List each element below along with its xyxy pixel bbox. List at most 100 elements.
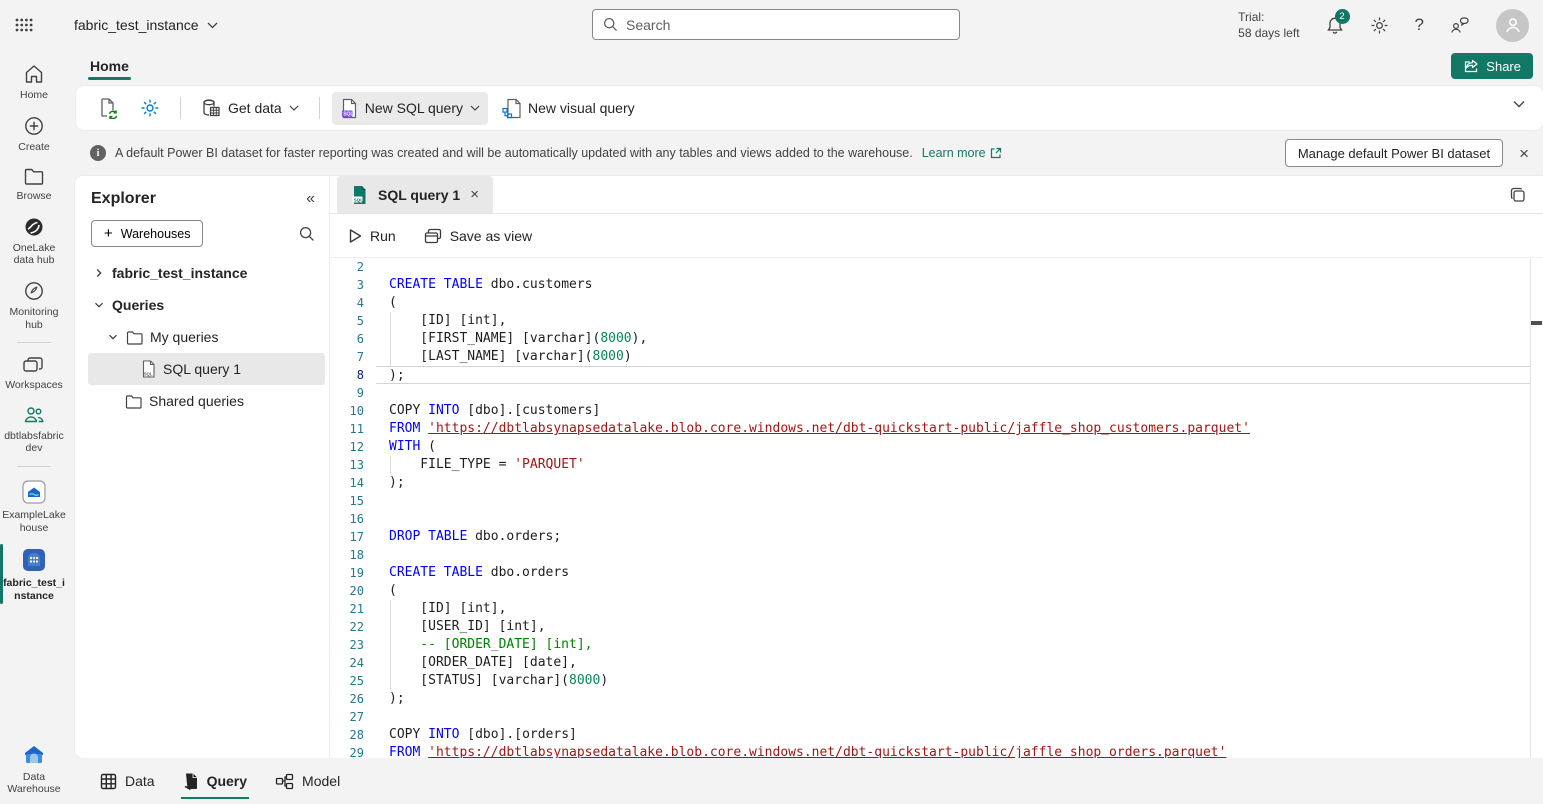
- tab-home[interactable]: Home: [88, 54, 131, 78]
- create-icon: [23, 115, 45, 137]
- warehouse-icon: [21, 547, 47, 573]
- code-line: 19CREATE TABLE dbo.orders: [330, 564, 1543, 582]
- sidebar-item-create[interactable]: Create: [0, 108, 68, 160]
- sidebar-item-onelake-data-hub[interactable]: OneLake data hub: [0, 209, 68, 273]
- tree-item-queries[interactable]: Queries: [88, 289, 325, 321]
- help-icon: ?: [1415, 15, 1424, 34]
- query-tab-strip: SQL SQL query 1 ×: [330, 176, 1543, 214]
- editor-scrollbar[interactable]: [1530, 258, 1543, 758]
- code-line: 2: [330, 258, 1543, 276]
- sidebar-item-monitoring-hub[interactable]: Monitoring hub: [0, 273, 68, 337]
- rail-divider: [17, 342, 51, 343]
- ribbon-collapse-button[interactable]: [1513, 100, 1525, 108]
- sidebar-item-dbtlabsfabricdev[interactable]: dbtlabsfabricdev: [0, 398, 68, 461]
- info-banner: i A default Power BI dataset for faster …: [68, 130, 1543, 176]
- external-link-icon: [990, 147, 1002, 159]
- data-warehouse-icon: [21, 743, 47, 767]
- rail-divider: [17, 466, 51, 467]
- settings-tool-button[interactable]: [132, 92, 168, 124]
- manage-dataset-button[interactable]: Manage default Power BI dataset: [1285, 139, 1503, 167]
- tree-item-shared-queries[interactable]: Shared queries: [88, 385, 325, 417]
- home-icon: [23, 63, 45, 85]
- folder-icon: [125, 394, 142, 409]
- tab-data[interactable]: Data: [98, 764, 157, 799]
- chevron-right-icon[interactable]: [93, 267, 105, 279]
- sidebar-item-examplelakehouse[interactable]: ExampleLakehouse: [0, 472, 68, 540]
- code-line: 15: [330, 492, 1543, 510]
- model-icon: [275, 773, 294, 790]
- people-icon: [22, 405, 46, 426]
- trial-status: Trial: 58 days left: [1238, 9, 1299, 41]
- feedback-icon: [1450, 16, 1470, 34]
- code-area: 23CREATE TABLE dbo.customers4(5 [ID] [in…: [330, 258, 1543, 758]
- add-warehouses-button[interactable]: + Warehouses: [91, 220, 203, 247]
- code-line: 14);: [330, 474, 1543, 492]
- tab-model[interactable]: Model: [273, 764, 342, 799]
- code-line: 5 [ID] [int],: [330, 312, 1543, 330]
- gear-blue-icon: [140, 98, 160, 118]
- tab-sql-query-1[interactable]: SQL SQL query 1 ×: [337, 176, 493, 213]
- banner-close-icon[interactable]: ×: [1519, 145, 1529, 162]
- share-button[interactable]: Share: [1451, 53, 1533, 79]
- new-sql-query-button[interactable]: SQL New SQL query: [332, 92, 488, 125]
- help-button[interactable]: ?: [1415, 15, 1424, 35]
- new-visual-query-button[interactable]: New visual query: [494, 92, 643, 125]
- code-line: 25 [STATUS] [varchar](8000): [330, 672, 1543, 690]
- sidebar-item-workspaces[interactable]: Workspaces: [0, 348, 68, 398]
- search-input[interactable]: Search: [592, 9, 960, 40]
- folder-icon: [126, 330, 143, 345]
- save-as-view-icon: [424, 228, 442, 244]
- chevron-down-icon: [289, 105, 299, 111]
- scrollbar-marker: [1531, 321, 1542, 325]
- browse-icon: [23, 166, 45, 186]
- tree-item-fabric-test-instance[interactable]: fabric_test_instance: [88, 257, 325, 289]
- tree-item-my-queries[interactable]: My queries: [88, 321, 325, 353]
- avatar[interactable]: [1496, 9, 1529, 42]
- close-tab-icon[interactable]: ×: [470, 186, 479, 203]
- sidebar-item-fabric-test-instance[interactable]: fabric_test_instance: [0, 540, 68, 608]
- search-placeholder: Search: [626, 17, 670, 33]
- settings-button[interactable]: [1370, 16, 1389, 35]
- code-line: 28COPY INTO [dbo].[orders]: [330, 726, 1543, 744]
- code-line: 27: [330, 708, 1543, 726]
- app-launcher-icon[interactable]: [0, 0, 48, 50]
- get-data-button[interactable]: Get data: [193, 92, 307, 124]
- onelake-icon: [23, 216, 45, 238]
- search-icon: [603, 17, 618, 32]
- refresh-button[interactable]: [90, 91, 126, 125]
- code-line: 23 -- [ORDER_DATE] [int],: [330, 636, 1543, 654]
- explorer-title: Explorer: [91, 190, 156, 208]
- code-line: 18: [330, 546, 1543, 564]
- code-line: 21 [ID] [int],: [330, 600, 1543, 618]
- banner-message: A default Power BI dataset for faster re…: [115, 146, 913, 160]
- learn-more-link[interactable]: Learn more: [922, 146, 1002, 160]
- run-button[interactable]: Run: [348, 228, 396, 244]
- code-line: 22 [USER_ID] [int],: [330, 618, 1543, 636]
- chevron-down-icon[interactable]: [107, 331, 119, 343]
- code-line: 24 [ORDER_DATE] [date],: [330, 654, 1543, 672]
- save-as-view-button[interactable]: Save as view: [424, 228, 532, 244]
- explorer-search-icon[interactable]: [299, 226, 315, 242]
- tab-query[interactable]: Query: [181, 763, 249, 799]
- collapse-panel-icon[interactable]: «: [306, 190, 315, 208]
- visual-query-icon: [502, 98, 521, 119]
- chevron-down-icon[interactable]: [93, 299, 105, 311]
- sidebar-item-data-warehouse[interactable]: Data Warehouse: [0, 736, 68, 802]
- feedback-button[interactable]: [1450, 16, 1470, 34]
- sidebar-item-home[interactable]: Home: [0, 56, 68, 108]
- sidebar-item-browse[interactable]: Browse: [0, 159, 68, 209]
- tree-item-sql-query-1[interactable]: SQLSQL query 1: [88, 353, 325, 385]
- workspace-switcher[interactable]: fabric_test_instance: [74, 17, 218, 33]
- code-line: 8);: [330, 366, 1543, 384]
- sql-editor[interactable]: 23CREATE TABLE dbo.customers4(5 [ID] [in…: [330, 258, 1543, 758]
- query-pane: SQL SQL query 1 × Run: [330, 176, 1543, 758]
- database-icon: [201, 98, 221, 118]
- explorer-panel: Explorer « + Warehouses fabric_test_inst…: [75, 176, 330, 758]
- code-line: 17DROP TABLE dbo.orders;: [330, 528, 1543, 546]
- copy-icon[interactable]: [1509, 186, 1527, 204]
- notification-badge: 2: [1335, 9, 1350, 24]
- code-line: 16: [330, 510, 1543, 528]
- notifications-button[interactable]: 2: [1326, 16, 1344, 35]
- svg-text:SQL: SQL: [343, 111, 353, 117]
- code-line: 7 [LAST_NAME] [varchar](8000): [330, 348, 1543, 366]
